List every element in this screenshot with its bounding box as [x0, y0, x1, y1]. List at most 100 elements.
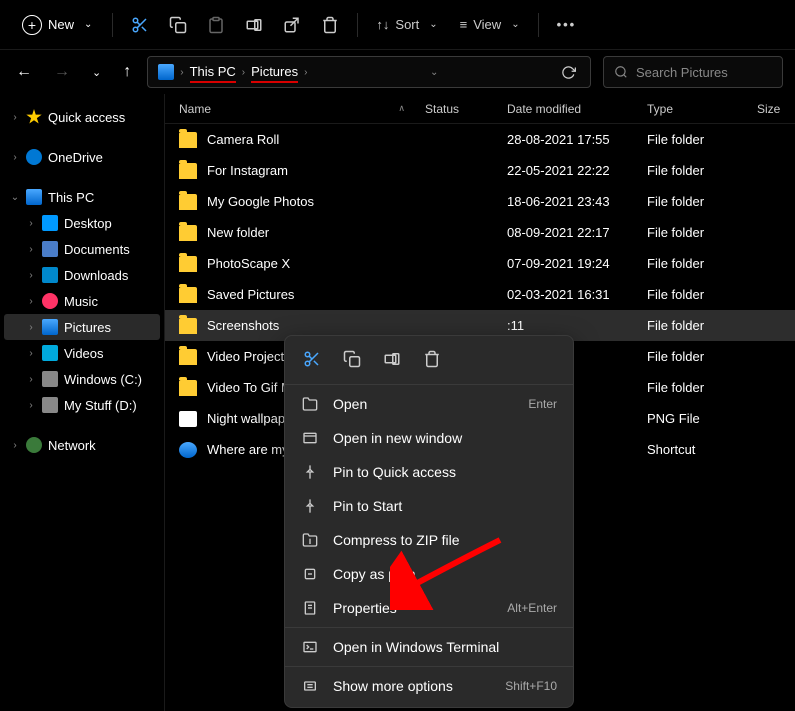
context-item-copy-path[interactable]: Copy as path — [285, 557, 573, 591]
file-type: File folder — [647, 163, 757, 178]
copy-action[interactable] — [343, 350, 361, 368]
cut-button[interactable] — [123, 9, 157, 41]
context-item-compress-zip[interactable]: Compress to ZIP file — [285, 523, 573, 557]
context-item-open-new-window[interactable]: Open in new window — [285, 421, 573, 455]
breadcrumb-item[interactable]: This PC — [190, 64, 236, 79]
rename-action[interactable] — [383, 350, 401, 368]
terminal-icon — [301, 638, 319, 656]
cut-action[interactable] — [303, 350, 321, 368]
chevron-right-icon: › — [26, 218, 36, 229]
delete-button[interactable] — [313, 9, 347, 41]
chevron-right-icon: › — [26, 296, 36, 307]
search-icon — [614, 65, 628, 79]
context-item-open[interactable]: Open Enter — [285, 387, 573, 421]
chevron-right-icon: › — [242, 67, 245, 78]
rename-button[interactable] — [237, 9, 271, 41]
breadcrumb-item[interactable]: Pictures — [251, 64, 298, 79]
chevron-down-icon: ⌄ — [10, 192, 20, 203]
chevron-right-icon: › — [26, 374, 36, 385]
chevron-down-icon: ⌄ — [511, 19, 519, 30]
file-row[interactable]: Camera Roll28-08-2021 17:55File folder — [165, 124, 795, 155]
new-window-icon — [301, 429, 319, 447]
file-row[interactable]: Saved Pictures02-03-2021 16:31File folde… — [165, 279, 795, 310]
file-type: Shortcut — [647, 442, 757, 457]
file-name: Screenshots — [207, 318, 425, 333]
back-button[interactable]: ← — [12, 59, 36, 85]
chevron-right-icon: › — [10, 152, 20, 163]
chevron-right-icon: › — [26, 270, 36, 281]
more-button[interactable]: ••• — [549, 9, 585, 41]
trash-icon — [321, 16, 339, 34]
properties-icon — [301, 599, 319, 617]
sort-icon: ↑↓ — [376, 17, 389, 32]
file-date: 02-03-2021 16:31 — [507, 287, 647, 302]
sidebar-item-pictures[interactable]: ›Pictures — [4, 314, 160, 340]
rename-icon — [383, 350, 401, 368]
column-header-name[interactable]: Name∧ — [179, 102, 425, 116]
file-date: 22-05-2021 22:22 — [507, 163, 647, 178]
folder-icon — [179, 411, 197, 427]
sidebar-item-desktop[interactable]: ›Desktop — [4, 210, 160, 236]
file-row[interactable]: PhotoScape X07-09-2021 19:24File folder — [165, 248, 795, 279]
share-button[interactable] — [275, 9, 309, 41]
sidebar-item-network[interactable]: ›Network — [4, 432, 160, 458]
new-label: New — [48, 17, 74, 32]
file-name: Camera Roll — [207, 132, 425, 147]
column-header-type[interactable]: Type — [647, 102, 757, 116]
sidebar-item-downloads[interactable]: ›Downloads — [4, 262, 160, 288]
column-header-date[interactable]: Date modified — [507, 102, 647, 116]
sidebar-item-this-pc[interactable]: ⌄This PC — [4, 184, 160, 210]
pictures-folder-icon — [158, 64, 174, 80]
search-input[interactable]: Search Pictures — [603, 56, 783, 88]
context-item-show-more[interactable]: Show more options Shift+F10 — [285, 669, 573, 703]
context-item-properties[interactable]: Properties Alt+Enter — [285, 591, 573, 625]
column-header-size[interactable]: Size — [757, 102, 781, 116]
context-item-pin-start[interactable]: Pin to Start — [285, 489, 573, 523]
file-row[interactable]: My Google Photos18-06-2021 23:43File fol… — [165, 186, 795, 217]
sidebar-item-documents[interactable]: ›Documents — [4, 236, 160, 262]
sidebar-item-onedrive[interactable]: ›OneDrive — [4, 144, 160, 170]
recent-locations-chevron[interactable]: ⌄ — [88, 62, 105, 83]
chevron-down-icon: ⌄ — [429, 19, 437, 30]
more-options-icon — [301, 677, 319, 695]
copy-button[interactable] — [161, 9, 195, 41]
documents-icon — [42, 241, 58, 257]
sidebar-item-drive-c[interactable]: ›Windows (C:) — [4, 366, 160, 392]
address-bar-row: ← → ⌄ ↑ › This PC › Pictures › ⌄ Search … — [0, 50, 795, 94]
view-button[interactable]: ≡ View ⌄ — [452, 9, 528, 41]
chevron-right-icon: › — [26, 348, 36, 359]
paste-button[interactable] — [199, 9, 233, 41]
file-row[interactable]: For Instagram22-05-2021 22:22File folder — [165, 155, 795, 186]
forward-button[interactable]: → — [50, 59, 74, 85]
videos-icon — [42, 345, 58, 361]
breadcrumb-dropdown[interactable]: ⌄ — [430, 67, 438, 78]
copy-icon — [343, 350, 361, 368]
context-item-open-terminal[interactable]: Open in Windows Terminal — [285, 630, 573, 664]
file-date: 08-09-2021 22:17 — [507, 225, 647, 240]
file-row[interactable]: New folder08-09-2021 22:17File folder — [165, 217, 795, 248]
sidebar-item-drive-d[interactable]: ›My Stuff (D:) — [4, 392, 160, 418]
list-icon: ≡ — [460, 17, 468, 32]
delete-action[interactable] — [423, 350, 441, 368]
cloud-icon — [26, 149, 42, 165]
plus-icon: + — [22, 15, 42, 35]
column-headers: Name∧ Status Date modified Type Size — [165, 94, 795, 124]
sort-button[interactable]: ↑↓ Sort ⌄ — [368, 9, 445, 41]
music-icon — [42, 293, 58, 309]
breadcrumb-bar[interactable]: › This PC › Pictures › ⌄ — [147, 56, 591, 88]
refresh-button[interactable] — [561, 65, 576, 80]
file-type: File folder — [647, 225, 757, 240]
context-item-pin-quick-access[interactable]: Pin to Quick access — [285, 455, 573, 489]
sidebar-item-music[interactable]: ›Music — [4, 288, 160, 314]
chevron-right-icon: › — [10, 440, 20, 451]
chevron-right-icon: › — [180, 67, 183, 78]
sidebar-item-videos[interactable]: ›Videos — [4, 340, 160, 366]
folder-icon — [179, 318, 197, 334]
up-button[interactable]: ↑ — [119, 59, 135, 85]
sidebar-item-quick-access[interactable]: ›Quick access — [4, 104, 160, 130]
file-type: PNG File — [647, 411, 757, 426]
pin-icon — [301, 497, 319, 515]
new-button[interactable]: + New ⌄ — [12, 11, 102, 39]
column-header-status[interactable]: Status — [425, 102, 507, 116]
copy-icon — [169, 16, 187, 34]
